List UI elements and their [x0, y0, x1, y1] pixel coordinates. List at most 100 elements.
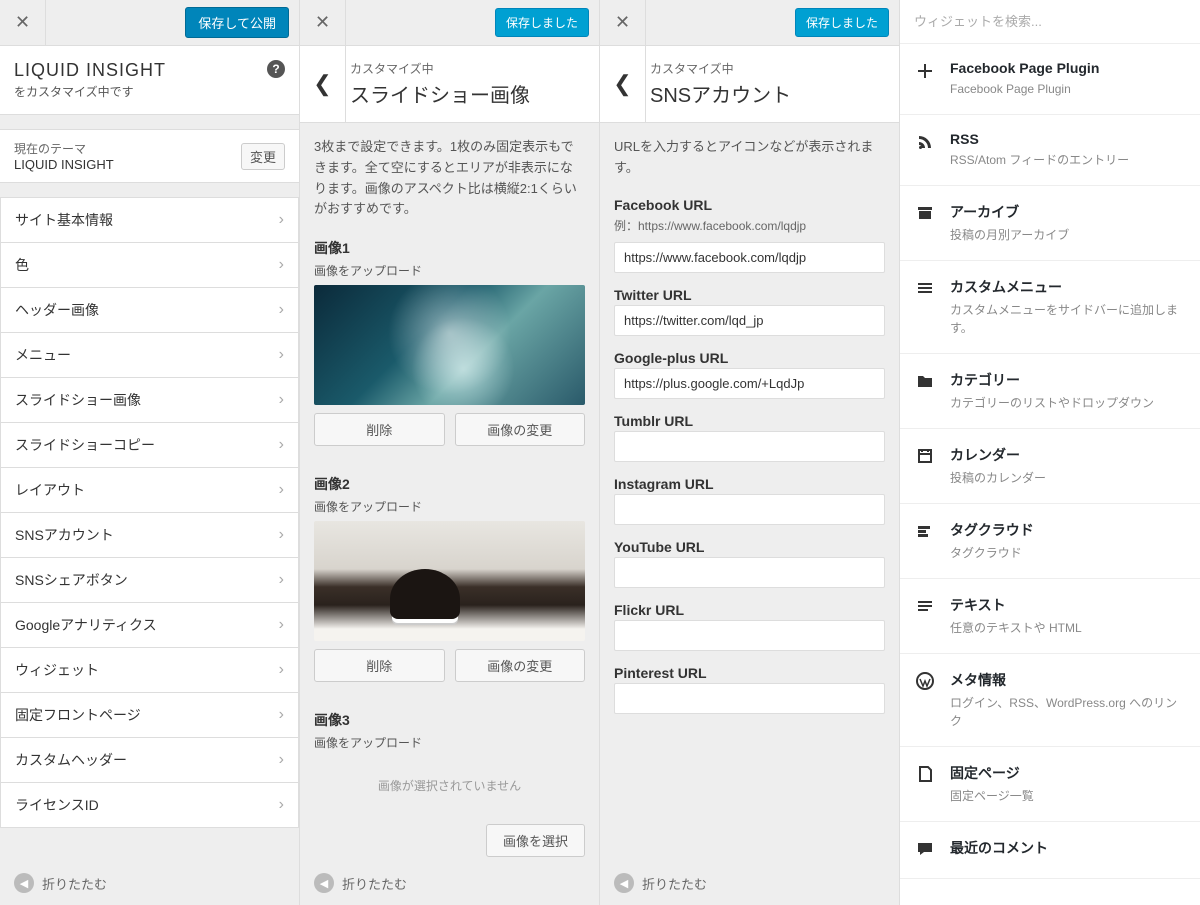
page-icon — [914, 763, 936, 785]
panel-header: ❮ カスタマイズ中 スライドショー画像 — [300, 46, 599, 123]
section-menu-label: Googleアナリティクス — [15, 615, 157, 635]
widget-title: 固定ページ — [950, 763, 1034, 783]
facebook-input[interactable] — [614, 242, 885, 273]
section-menu-label: メニュー — [15, 345, 71, 365]
archive-icon — [914, 202, 936, 224]
widget-search-input[interactable] — [900, 0, 1200, 43]
widget-item[interactable]: テキスト任意のテキストや HTML — [900, 579, 1200, 654]
image2-thumbnail[interactable] — [314, 521, 585, 641]
gplus-input[interactable] — [614, 368, 885, 399]
site-title: LIQUID INSIGHT — [14, 60, 285, 81]
image3-select-button[interactable]: 画像を選択 — [486, 824, 585, 857]
image1-delete-button[interactable]: 削除 — [314, 413, 445, 446]
youtube-input[interactable] — [614, 557, 885, 588]
image1-upload-label: 画像をアップロード — [314, 262, 585, 279]
section-menu-item[interactable]: ヘッダー画像› — [0, 287, 299, 332]
collapse-sidebar[interactable]: ◀ 折りたたむ — [600, 861, 899, 905]
flickr-input[interactable] — [614, 620, 885, 651]
widget-title: カスタムメニュー — [950, 277, 1186, 297]
widget-item[interactable]: RSSRSS/Atom フィードのエントリー — [900, 115, 1200, 186]
widget-desc: Facebook Page Plugin — [950, 80, 1099, 98]
widget-title: 最近のコメント — [950, 838, 1048, 858]
chevron-right-icon: › — [279, 436, 284, 454]
section-menu-item[interactable]: SNSシェアボタン› — [0, 557, 299, 602]
section-menu-item[interactable]: 固定フロントページ› — [0, 692, 299, 737]
section-menu-label: SNSアカウント — [15, 525, 114, 545]
back-button[interactable]: ❮ — [300, 46, 346, 122]
saved-button[interactable]: 保存しました — [795, 8, 889, 37]
section-menu-item[interactable]: ライセンスID› — [0, 782, 299, 828]
collapse-label: 折りたたむ — [342, 874, 407, 893]
widget-title: メタ情報 — [950, 670, 1186, 690]
section-menu-item[interactable]: スライドショーコピー › — [0, 422, 299, 467]
collapse-sidebar[interactable]: ◀ 折りたたむ — [300, 861, 599, 905]
widget-title: アーカイブ — [950, 202, 1069, 222]
section-menu-item[interactable]: 色› — [0, 242, 299, 287]
section-menu-item[interactable]: サイト基本情報› — [0, 197, 299, 242]
facebook-example: 例：https://www.facebook.com/lqdjp — [614, 217, 885, 234]
widget-item[interactable]: カテゴリーカテゴリーのリストやドロップダウン — [900, 354, 1200, 429]
section-menu-item[interactable]: Googleアナリティクス › — [0, 602, 299, 647]
section-menu-item[interactable]: メニュー › — [0, 332, 299, 377]
panel-description: 3枚まで設定できます。1枚のみ固定表示もできます。全て空にするとエリアが非表示に… — [314, 123, 585, 224]
help-icon[interactable]: ? — [267, 60, 285, 78]
widget-item[interactable]: カレンダー投稿のカレンダー — [900, 429, 1200, 504]
widget-item[interactable]: Facebook Page Plugin Facebook Page Plugin — [900, 44, 1200, 115]
image2-change-button[interactable]: 画像の変更 — [455, 649, 586, 682]
section-menu-item[interactable]: SNSアカウント › — [0, 512, 299, 557]
widget-search — [900, 0, 1200, 44]
close-button[interactable]: ✕ — [0, 0, 46, 46]
widget-item[interactable]: 最近のコメント — [900, 822, 1200, 879]
pinterest-label: Pinterest URL — [614, 665, 885, 681]
section-menu-item[interactable]: カスタムヘッダー› — [0, 737, 299, 782]
chevron-right-icon: › — [279, 481, 284, 499]
save-publish-button[interactable]: 保存して公開 — [185, 7, 289, 38]
chevron-right-icon: › — [279, 346, 284, 364]
pinterest-input[interactable] — [614, 683, 885, 714]
image1-thumbnail[interactable] — [314, 285, 585, 405]
plus-icon — [914, 60, 936, 82]
section-menu-item[interactable]: レイアウト› — [0, 467, 299, 512]
active-theme-row: 現在のテーマ LIQUID INSIGHT 変更 — [0, 129, 299, 183]
topbar: ✕ 保存しました — [600, 0, 899, 46]
panel-body: URLを入力するとアイコンなどが表示されます。 Facebook URL 例：h… — [600, 123, 899, 861]
collapse-label: 折りたたむ — [42, 874, 107, 893]
collapse-label: 折りたたむ — [642, 874, 707, 893]
image3-upload-label: 画像をアップロード — [314, 734, 585, 751]
widget-desc: カテゴリーのリストやドロップダウン — [950, 394, 1154, 412]
twitter-input[interactable] — [614, 305, 885, 336]
section-menu-item[interactable]: スライドショー画像› — [0, 377, 299, 422]
widget-item[interactable]: アーカイブ投稿の月別アーカイブ — [900, 186, 1200, 261]
image3-label: 画像3 — [314, 710, 585, 730]
close-button[interactable]: ✕ — [300, 0, 346, 46]
chevron-right-icon: › — [279, 616, 284, 634]
section-menu-label: スライドショーコピー — [15, 435, 155, 455]
widget-title: RSS — [950, 131, 1129, 147]
sns-panel: ✕ 保存しました ❮ カスタマイズ中 SNSアカウント URLを入力するとアイコ… — [600, 0, 900, 905]
breadcrumb: カスタマイズ中 — [350, 60, 585, 77]
tumblr-input[interactable] — [614, 431, 885, 462]
comment-icon — [914, 838, 936, 860]
section-menu-item[interactable]: ウィジェット› — [0, 647, 299, 692]
widget-desc: 投稿のカレンダー — [950, 469, 1046, 487]
chevron-right-icon: › — [279, 526, 284, 544]
section-menu-label: SNSシェアボタン — [15, 570, 128, 590]
widget-item[interactable]: メタ情報ログイン、RSS、WordPress.org へのリンク — [900, 654, 1200, 747]
close-button[interactable]: ✕ — [600, 0, 646, 46]
saved-button[interactable]: 保存しました — [495, 8, 589, 37]
panel-description: URLを入力するとアイコンなどが表示されます。 — [614, 123, 885, 183]
widget-item[interactable]: タグクラウドタグクラウド — [900, 504, 1200, 579]
widget-title: カレンダー — [950, 445, 1046, 465]
back-button[interactable]: ❮ — [600, 46, 646, 122]
widget-item[interactable]: 固定ページ固定ページ一覧 — [900, 747, 1200, 822]
widget-desc: 投稿の月別アーカイブ — [950, 226, 1069, 244]
instagram-input[interactable] — [614, 494, 885, 525]
image1-change-button[interactable]: 画像の変更 — [455, 413, 586, 446]
flickr-label: Flickr URL — [614, 602, 885, 618]
image2-delete-button[interactable]: 削除 — [314, 649, 445, 682]
change-theme-button[interactable]: 変更 — [241, 143, 285, 170]
collapse-icon: ◀ — [14, 873, 34, 893]
widget-title: Facebook Page Plugin — [950, 60, 1099, 76]
widget-item[interactable]: カスタムメニューカスタムメニューをサイドバーに追加します。 — [900, 261, 1200, 354]
collapse-sidebar[interactable]: ◀ 折りたたむ — [0, 861, 299, 905]
